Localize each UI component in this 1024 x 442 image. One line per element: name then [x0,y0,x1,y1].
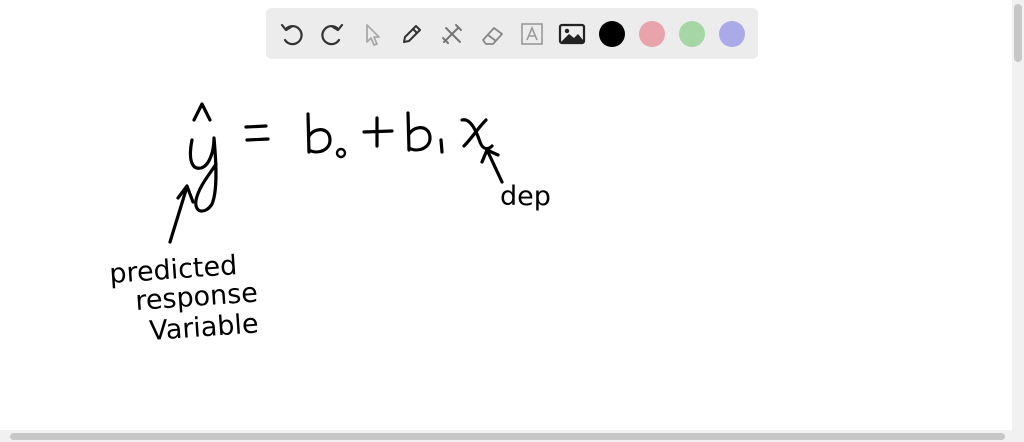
whiteboard-page: predicted response Variable dep [0,0,1024,442]
handwritten-equals [244,124,270,142]
text-icon [521,23,543,45]
pen-icon [403,25,421,43]
drawing-canvas[interactable]: predicted response Variable dep [0,62,1012,430]
text-button[interactable] [515,17,549,51]
horizontal-scroll-thumb[interactable] [10,433,1005,440]
arrow-to-x [480,148,504,184]
dep-label: dep [500,181,551,212]
select-button[interactable] [355,17,389,51]
pen-button[interactable] [395,17,429,51]
handwritten-plus [362,116,394,148]
vertical-scroll-thumb[interactable] [1014,4,1022,62]
color-swatch-black[interactable] [599,21,625,47]
arrow-to-y-hat [168,184,195,244]
horizontal-scrollbar[interactable] [0,430,1024,442]
handwritten-x [460,118,494,151]
handwritten-y-hat [188,102,218,213]
color-swatch-green[interactable] [679,21,705,47]
tools-icon [442,24,462,44]
select-pointer-icon [366,24,380,46]
eraser-button[interactable] [475,17,509,51]
redo-icon [321,23,344,46]
color-swatch-purple[interactable] [719,21,745,47]
variable-label: Variable [148,308,259,347]
tools-button[interactable] [435,17,469,51]
vertical-scrollbar[interactable] [1012,0,1024,442]
drawing-toolbar [266,8,758,59]
handwritten-b1 [406,111,444,154]
eraser-icon [482,27,503,45]
handwritten-b0 [306,112,347,159]
undo-icon [280,23,303,46]
color-swatch-pink[interactable] [639,21,665,47]
image-icon [558,23,586,45]
image-button[interactable] [555,17,589,51]
undo-button[interactable] [275,17,309,51]
redo-button[interactable] [315,17,349,51]
